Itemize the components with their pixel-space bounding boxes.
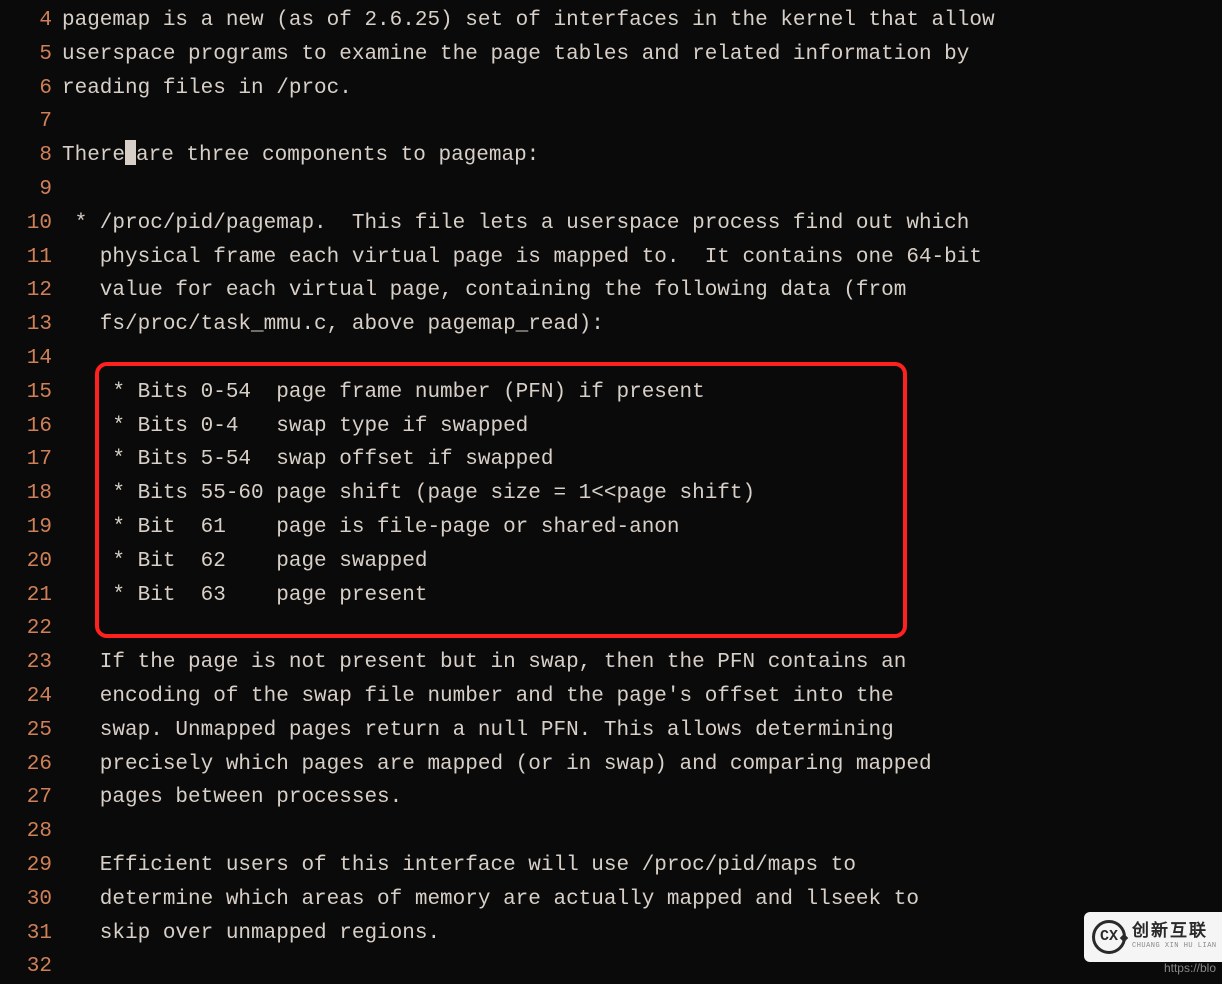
line-number: 30	[0, 883, 62, 917]
line-number: 10	[0, 207, 62, 241]
line-number: 9	[0, 173, 62, 207]
logo-text: 创新互联 CHUANG XIN HU LIAN	[1132, 924, 1217, 950]
code-line[interactable]: 15 * Bits 0-54 page frame number (PFN) i…	[0, 376, 1222, 410]
code-line[interactable]: 32	[0, 950, 1222, 984]
code-line[interactable]: 10 * /proc/pid/pagemap. This file lets a…	[0, 207, 1222, 241]
line-content[interactable]: pages between processes.	[62, 781, 1222, 815]
line-content[interactable]: If the page is not present but in swap, …	[62, 646, 1222, 680]
line-number: 29	[0, 849, 62, 883]
code-line[interactable]: 9	[0, 173, 1222, 207]
line-number: 11	[0, 241, 62, 275]
code-line[interactable]: 26 precisely which pages are mapped (or …	[0, 748, 1222, 782]
line-number: 32	[0, 950, 62, 984]
code-line[interactable]: 8Thereare three components to pagemap:	[0, 139, 1222, 173]
code-line[interactable]: 23 If the page is not present but in swa…	[0, 646, 1222, 680]
code-line[interactable]: 18 * Bits 55-60 page shift (page size = …	[0, 477, 1222, 511]
code-line[interactable]: 7	[0, 105, 1222, 139]
line-number: 15	[0, 376, 62, 410]
code-line[interactable]: 29 Efficient users of this interface wil…	[0, 849, 1222, 883]
line-content[interactable]: determine which areas of memory are actu…	[62, 883, 1222, 917]
code-line[interactable]: 21 * Bit 63 page present	[0, 579, 1222, 613]
line-content[interactable]: * Bits 0-54 page frame number (PFN) if p…	[62, 376, 1222, 410]
line-content[interactable]: physical frame each virtual page is mapp…	[62, 241, 1222, 275]
code-line[interactable]: 4pagemap is a new (as of 2.6.25) set of …	[0, 4, 1222, 38]
line-number: 19	[0, 511, 62, 545]
line-number: 21	[0, 579, 62, 613]
line-number: 22	[0, 612, 62, 646]
line-number: 27	[0, 781, 62, 815]
line-number: 12	[0, 274, 62, 308]
line-content[interactable]: * Bits 5-54 swap offset if swapped	[62, 443, 1222, 477]
code-line[interactable]: 22	[0, 612, 1222, 646]
line-number: 4	[0, 4, 62, 38]
line-content[interactable]: Efficient users of this interface will u…	[62, 849, 1222, 883]
line-content[interactable]: value for each virtual page, containing …	[62, 274, 1222, 308]
line-number: 18	[0, 477, 62, 511]
code-editor[interactable]: 4pagemap is a new (as of 2.6.25) set of …	[0, 0, 1222, 984]
line-content[interactable]: userspace programs to examine the page t…	[62, 38, 1222, 72]
line-number: 7	[0, 105, 62, 139]
line-number: 14	[0, 342, 62, 376]
logo-icon: CX	[1092, 920, 1126, 954]
logo-initials: CX	[1100, 925, 1118, 949]
line-number: 6	[0, 72, 62, 106]
line-content[interactable]: pagemap is a new (as of 2.6.25) set of i…	[62, 4, 1222, 38]
line-content[interactable]: fs/proc/task_mmu.c, above pagemap_read):	[62, 308, 1222, 342]
line-content[interactable]: * Bit 62 page swapped	[62, 545, 1222, 579]
code-line[interactable]: 6reading files in /proc.	[0, 72, 1222, 106]
line-number: 16	[0, 410, 62, 444]
code-line[interactable]: 16 * Bits 0-4 swap type if swapped	[0, 410, 1222, 444]
code-line[interactable]: 14	[0, 342, 1222, 376]
line-content[interactable]: reading files in /proc.	[62, 72, 1222, 106]
logo-badge: CX 创新互联 CHUANG XIN HU LIAN	[1084, 912, 1222, 962]
code-line[interactable]: 11 physical frame each virtual page is m…	[0, 241, 1222, 275]
code-line[interactable]: 31 skip over unmapped regions.	[0, 917, 1222, 951]
line-content[interactable]: skip over unmapped regions.	[62, 917, 1222, 951]
line-content[interactable]: * /proc/pid/pagemap. This file lets a us…	[62, 207, 1222, 241]
logo-cn: 创新互联	[1132, 924, 1217, 943]
watermark-url: https://blo	[1164, 959, 1216, 978]
line-number: 5	[0, 38, 62, 72]
text-cursor	[125, 140, 136, 165]
code-line[interactable]: 20 * Bit 62 page swapped	[0, 545, 1222, 579]
line-number: 13	[0, 308, 62, 342]
line-content[interactable]: encoding of the swap file number and the…	[62, 680, 1222, 714]
code-line[interactable]: 5userspace programs to examine the page …	[0, 38, 1222, 72]
logo-en: CHUANG XIN HU LIAN	[1132, 943, 1217, 951]
line-number: 26	[0, 748, 62, 782]
line-content[interactable]: * Bit 61 page is file-page or shared-ano…	[62, 511, 1222, 545]
line-number: 25	[0, 714, 62, 748]
code-line[interactable]: 30 determine which areas of memory are a…	[0, 883, 1222, 917]
code-line[interactable]: 28	[0, 815, 1222, 849]
line-number: 28	[0, 815, 62, 849]
line-content[interactable]: precisely which pages are mapped (or in …	[62, 748, 1222, 782]
line-number: 8	[0, 139, 62, 173]
code-line[interactable]: 19 * Bit 61 page is file-page or shared-…	[0, 511, 1222, 545]
line-number: 31	[0, 917, 62, 951]
line-number: 17	[0, 443, 62, 477]
code-line[interactable]: 12 value for each virtual page, containi…	[0, 274, 1222, 308]
line-number: 23	[0, 646, 62, 680]
line-content[interactable]: swap. Unmapped pages return a null PFN. …	[62, 714, 1222, 748]
code-line[interactable]: 25 swap. Unmapped pages return a null PF…	[0, 714, 1222, 748]
line-content[interactable]: * Bits 0-4 swap type if swapped	[62, 410, 1222, 444]
code-line[interactable]: 24 encoding of the swap file number and …	[0, 680, 1222, 714]
line-content[interactable]: Thereare three components to pagemap:	[62, 139, 1222, 173]
code-line[interactable]: 17 * Bits 5-54 swap offset if swapped	[0, 443, 1222, 477]
line-content[interactable]: * Bits 55-60 page shift (page size = 1<<…	[62, 477, 1222, 511]
line-content[interactable]: * Bit 63 page present	[62, 579, 1222, 613]
line-number: 20	[0, 545, 62, 579]
line-number: 24	[0, 680, 62, 714]
code-line[interactable]: 27 pages between processes.	[0, 781, 1222, 815]
code-line[interactable]: 13 fs/proc/task_mmu.c, above pagemap_rea…	[0, 308, 1222, 342]
